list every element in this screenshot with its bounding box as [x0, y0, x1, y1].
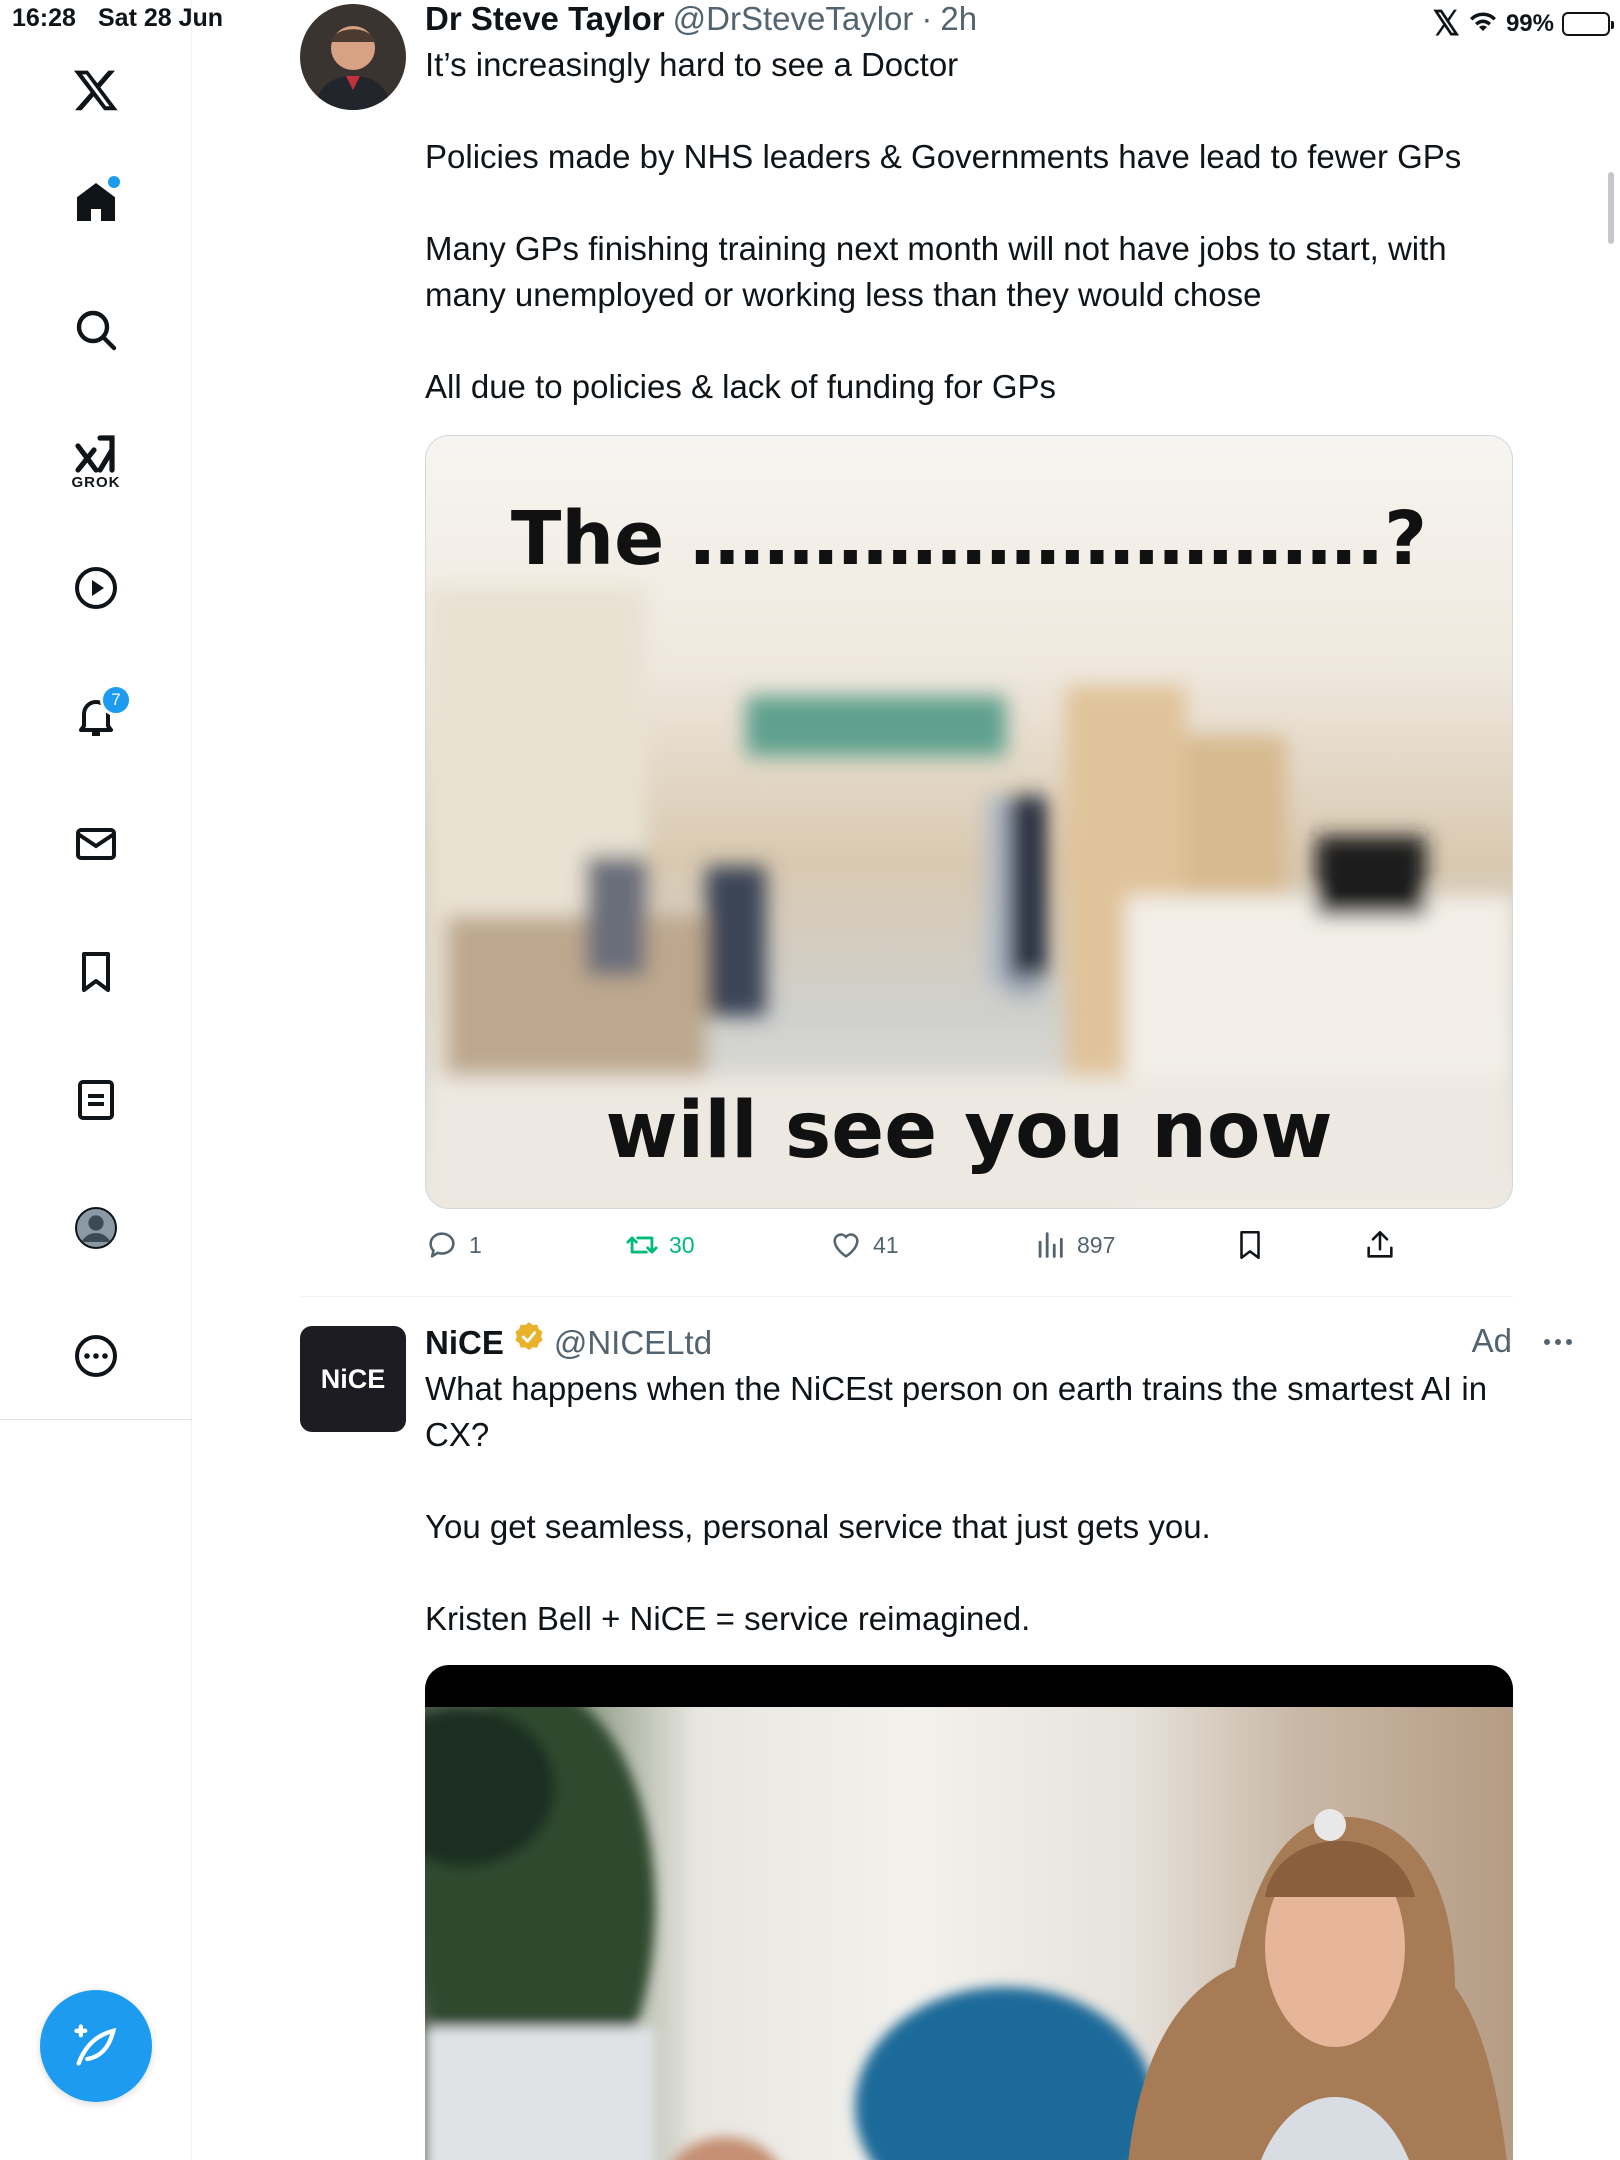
- more-dots-icon: [1544, 1339, 1572, 1345]
- compose-button[interactable]: [40, 1990, 152, 2102]
- x-logo-icon[interactable]: [56, 50, 136, 130]
- views-button[interactable]: 897: [1033, 1228, 1115, 1262]
- ad-indicator: Ad: [1472, 1322, 1512, 1360]
- search-icon: [76, 310, 117, 351]
- reply-icon: [429, 1232, 455, 1258]
- nav-home[interactable]: [56, 162, 136, 242]
- nav-more[interactable]: [56, 1316, 136, 1396]
- tweet-1[interactable]: Dr Steve Taylor @DrSteveTaylor · 2h It’s…: [425, 0, 1515, 410]
- separator: ·: [921, 0, 933, 37]
- author-name[interactable]: Dr Steve Taylor: [425, 0, 665, 38]
- nav-search[interactable]: [56, 290, 136, 370]
- more-options-button[interactable]: [1542, 1330, 1574, 1359]
- share-button[interactable]: [1363, 1228, 1397, 1262]
- tweet-image[interactable]: The ……………………….? will see you now: [425, 435, 1513, 1209]
- like-button[interactable]: 41: [829, 1228, 899, 1262]
- nav-grok[interactable]: GROK: [56, 420, 136, 500]
- author-name[interactable]: NiCE: [425, 1324, 504, 1362]
- ad-label: Ad: [1471, 1322, 1512, 1359]
- nav-bookmarks[interactable]: [56, 932, 136, 1012]
- more-circle-icon: [75, 1335, 117, 1377]
- scrollbar[interactable]: [1608, 172, 1614, 244]
- views-count: 897: [1077, 1231, 1116, 1258]
- author-handle[interactable]: @DrSteveTaylor: [673, 0, 914, 38]
- author-avatar[interactable]: [300, 4, 406, 110]
- battery-icon: [1562, 12, 1614, 36]
- reply-button[interactable]: 1: [425, 1228, 482, 1262]
- envelope-icon: [76, 828, 116, 860]
- bookmark-icon: [1240, 1230, 1260, 1260]
- nice-logo[interactable]: NiCE: [300, 1326, 406, 1432]
- home-unread-dot: [108, 176, 120, 188]
- share-icon: [1367, 1230, 1393, 1258]
- notification-badge: 7: [100, 684, 132, 716]
- like-count: 41: [873, 1231, 899, 1258]
- nav-video[interactable]: [56, 548, 136, 628]
- grok-icon: [75, 434, 115, 473]
- tweet-1-actions: 1 30 41 897: [425, 1228, 1425, 1268]
- author-handle[interactable]: @NICELtd: [554, 1324, 712, 1362]
- tweet-time[interactable]: 2h: [940, 0, 977, 38]
- tweet-divider: [300, 1296, 1513, 1297]
- compose-feather-icon: [74, 2024, 117, 2066]
- reply-count: 1: [469, 1231, 482, 1258]
- bookmark-icon: [82, 952, 110, 992]
- tweet-text: It’s increasingly hard to see a Doctor P…: [425, 46, 1462, 405]
- verified-badge-icon: [515, 1322, 543, 1351]
- sidebar-divider: [0, 1419, 192, 1420]
- image-caption-top: The ……………………….?: [510, 496, 1428, 582]
- video-still: [425, 1707, 1507, 2160]
- list-icon: [78, 1080, 114, 1120]
- image-caption-bottom: will see you now: [605, 1086, 1333, 1176]
- play-icon: [75, 567, 117, 609]
- grok-label: GROK: [71, 473, 121, 491]
- repost-button[interactable]: 30: [625, 1228, 695, 1262]
- nav-messages[interactable]: [56, 804, 136, 884]
- tweet-2[interactable]: NiCE @NICELtd What happens when the NiCE…: [425, 1320, 1515, 1642]
- video-frame: [425, 1707, 1513, 2160]
- repost-icon: [626, 1236, 658, 1254]
- heart-icon: [833, 1233, 859, 1258]
- views-chart-icon: [1038, 1232, 1063, 1258]
- bookmark-button[interactable]: [1233, 1228, 1267, 1262]
- nav-profile[interactable]: [56, 1188, 136, 1268]
- sidebar: GROK 7: [0, 0, 192, 2160]
- repost-count: 30: [669, 1231, 695, 1258]
- profile-avatar-icon: [75, 1207, 117, 1249]
- ad-video[interactable]: [425, 1665, 1513, 2160]
- nav-notifications[interactable]: 7: [56, 676, 136, 756]
- nav-lists[interactable]: [56, 1060, 136, 1140]
- tweet-text: What happens when the NiCEst person on e…: [425, 1370, 1488, 1637]
